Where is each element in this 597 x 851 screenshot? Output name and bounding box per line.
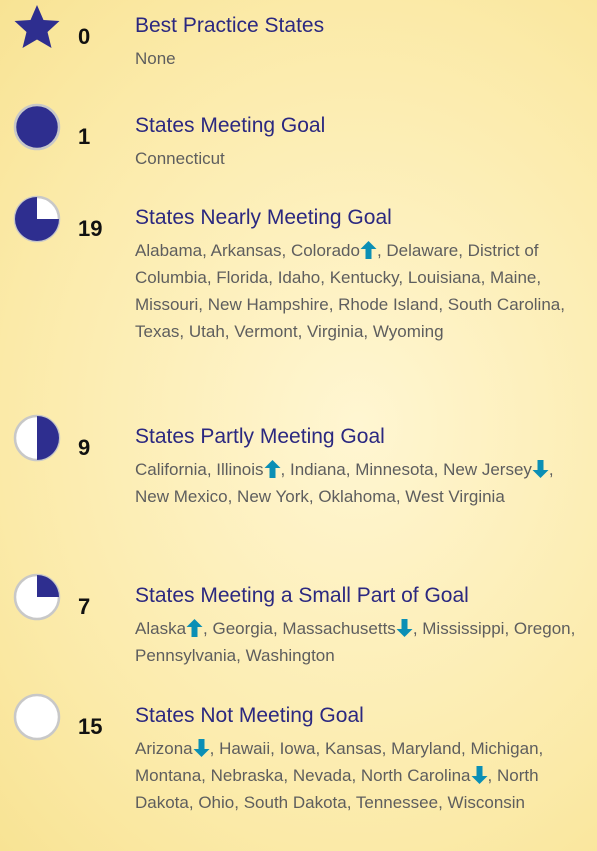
arrow-down-icon [532,460,549,478]
state-name: South Carolina [447,295,561,314]
three-quarter-circle-icon [13,195,61,243]
state-name: Washington [245,646,335,665]
state-name: Oregon [513,619,571,638]
state-name: Louisiana [407,268,481,287]
state-name: Iowa [279,739,316,758]
state-name: Connecticut [135,149,225,168]
state-name: Missouri [135,295,199,314]
state-name: Utah [188,322,225,341]
state-name: Delaware [386,241,459,260]
state-name: Indiana [289,460,346,479]
state-name: Arizona [135,739,193,758]
half-circle-icon [13,414,61,462]
state-name: Maryland [391,739,462,758]
state-list: Connecticut [135,145,590,172]
state-name: Hawaii [219,739,271,758]
category-title: States Nearly Meeting Goal [135,206,392,229]
state-count: 15 [78,714,103,739]
full-circle-icon [13,103,61,151]
state-name: Florida [216,268,269,287]
category-title: States Not Meeting Goal [135,704,364,727]
state-name: Nebraska [210,766,284,785]
state-name: Illinois [216,460,264,479]
category-title: States Meeting Goal [135,114,326,137]
state-name: New Jersey [443,460,532,479]
category-title: Best Practice States [135,14,325,37]
state-count: 0 [78,24,91,49]
state-name: New Mexico [135,487,228,506]
arrow-up-icon [186,619,203,637]
state-name: Maine [490,268,537,287]
arrow-up-icon [264,460,281,478]
state-count: 19 [78,216,103,241]
state-name: Montana [135,766,202,785]
state-name: Virginia [307,322,364,341]
star-icon [14,5,60,48]
state-name: Kentucky [329,268,399,287]
state-list: Alabama, Arkansas, Colorado, Delaware, D… [135,241,565,341]
state-count: 9 [78,435,91,460]
state-name: South Dakota [243,793,347,812]
state-name: North Carolina [360,766,471,785]
state-name: Wyoming [372,322,444,341]
arrow-down-icon [193,739,210,757]
state-name: Massachusetts [282,619,396,638]
state-name: None [135,49,176,68]
state-list: Arizona, Hawaii, Iowa, Kansas, Maryland,… [135,739,544,812]
state-name: Tennessee [355,793,439,812]
state-name: Colorado [290,241,360,260]
state-list: None [135,45,590,72]
state-name: Vermont [234,322,298,341]
state-name: Alabama [135,241,203,260]
state-name: West Virginia [405,487,505,506]
category-title: States Meeting a Small Part of Goal [135,584,469,607]
state-name: Minnesota [355,460,434,479]
state-name: Nevada [292,766,352,785]
category-title: States Partly Meeting Goal [135,425,385,448]
state-name: Oklahoma [318,487,396,506]
state-name: Texas [135,322,180,341]
state-count: 1 [78,124,91,149]
state-list: California, Illinois, Indiana, Minnesota… [135,460,554,506]
arrow-down-icon [471,766,488,784]
state-name: Ohio [198,793,235,812]
state-name: Rhode Island [338,295,439,314]
state-name: California [135,460,207,479]
arrow-down-icon [396,619,413,637]
state-name: New Hampshire [207,295,329,314]
empty-circle-icon [13,693,61,741]
state-name: New York [237,487,309,506]
state-name: Mississippi [422,619,505,638]
state-name: Kansas [324,739,382,758]
state-name: Idaho [277,268,321,287]
state-name: Pennsylvania [135,646,237,665]
state-count: 7 [78,594,91,619]
state-name: Michigan [470,739,539,758]
state-name: Alaska [135,619,187,638]
state-name: Georgia [212,619,273,638]
state-name: Arkansas [210,241,282,260]
state-name: Wisconsin [447,793,526,812]
quarter-circle-icon [13,573,61,621]
state-list: Alaska, Georgia, Massachusetts, Mississi… [135,619,576,665]
arrow-up-icon [360,241,377,259]
